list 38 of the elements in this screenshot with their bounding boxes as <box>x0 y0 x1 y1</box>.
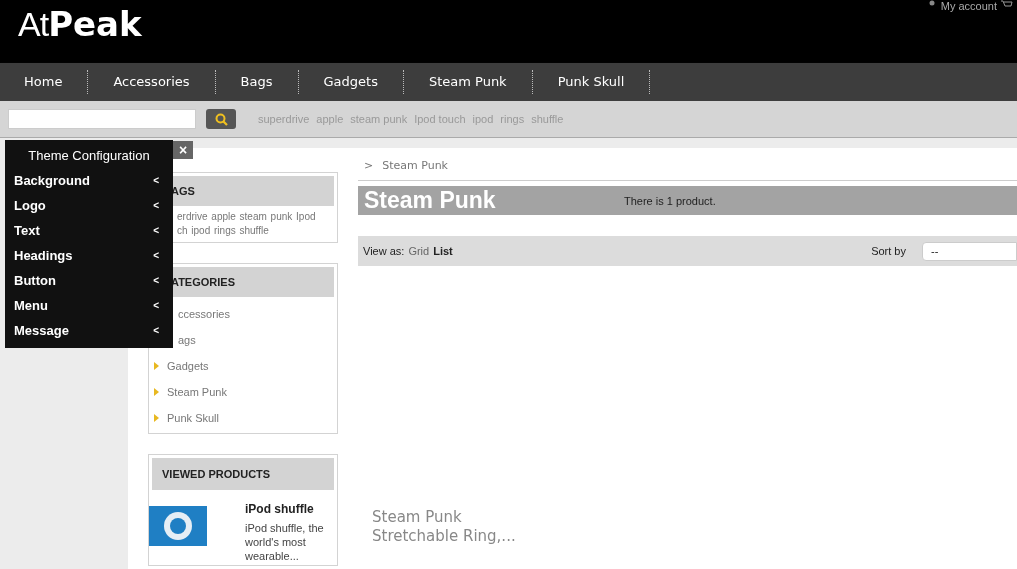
product-link[interactable]: iPod shuffle <box>245 502 335 516</box>
category-link[interactable]: ags <box>178 334 196 346</box>
nav-item[interactable]: Home <box>0 70 89 94</box>
tag-links[interactable]: ch ipod rings shuffle <box>177 224 337 238</box>
category-link[interactable]: Punk Skull <box>167 412 219 424</box>
block-title: VIEWED PRODUCTS <box>152 458 334 490</box>
view-option[interactable]: List <box>433 245 453 257</box>
tag-links[interactable]: erdrive apple steam punk Ipod <box>177 210 337 224</box>
logo[interactable]: AtPeak <box>0 0 142 63</box>
product-count: There is 1 product. <box>624 194 716 207</box>
category-link[interactable]: Steam Punk <box>167 386 227 398</box>
breadcrumb-current: Steam Punk <box>382 159 448 172</box>
nav-item[interactable]: Punk Skull <box>532 70 651 94</box>
product-description: iPod shuffle, the world's most wearable... <box>245 521 325 563</box>
panel-title: Theme Configuration <box>27 147 151 165</box>
nav-item[interactable]: Steam Punk <box>403 70 533 94</box>
search-field[interactable] <box>8 109 196 129</box>
theme-option[interactable]: Text < <box>5 218 173 243</box>
theme-option[interactable]: Message < <box>5 318 173 343</box>
theme-option[interactable]: Headings < <box>5 243 173 268</box>
view-option[interactable]: Grid <box>408 245 430 257</box>
search-icon <box>214 112 228 126</box>
cart-icon[interactable] <box>1001 0 1013 8</box>
sort-label: Sort by <box>871 245 906 257</box>
ipod-drawing[interactable] <box>149 506 207 546</box>
page-heading: Steam Punk <box>364 187 497 214</box>
view-label: View as: <box>363 245 405 257</box>
breadcrumb-separator: > <box>364 159 374 172</box>
account-link[interactable]: My account <box>940 0 997 12</box>
nav-item[interactable]: Bags <box>215 70 299 94</box>
category-link[interactable]: Gadgets <box>167 360 209 372</box>
nav-item[interactable]: Gadgets <box>298 70 404 94</box>
category-link[interactable]: ccessories <box>178 308 230 320</box>
close-button[interactable]: × <box>173 141 193 159</box>
search-button[interactable] <box>206 109 236 129</box>
sort-select[interactable]: -- <box>922 241 1017 261</box>
product-link[interactable]: Steam Punk Stretchable Ring,... <box>372 508 532 546</box>
nav-item[interactable]: Accessories <box>88 70 216 94</box>
